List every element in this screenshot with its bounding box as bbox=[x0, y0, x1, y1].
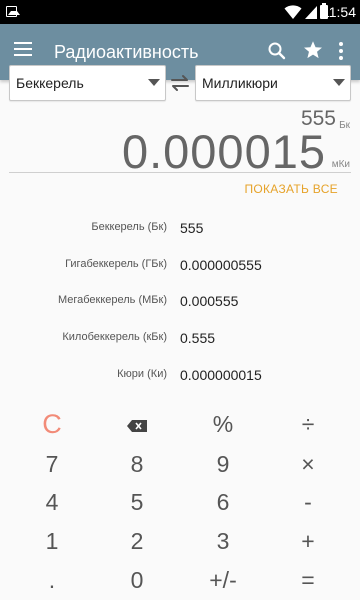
clear-button[interactable]: C bbox=[12, 406, 92, 442]
search-icon[interactable] bbox=[266, 40, 288, 62]
equals-button[interactable]: = bbox=[268, 562, 348, 598]
status-bar: 11:54 bbox=[0, 0, 360, 24]
digit-8-button[interactable]: 8 bbox=[97, 446, 177, 482]
unit-name: Килобеккерель (кБк) bbox=[62, 331, 167, 343]
result-unit: мКи bbox=[331, 159, 350, 170]
from-unit-label: Беккерель bbox=[16, 75, 84, 91]
digit-6-button[interactable]: 6 bbox=[183, 484, 263, 520]
decimal-point-button[interactable]: . bbox=[12, 562, 92, 598]
unit-value: 0.555 bbox=[180, 330, 216, 346]
unit-name: Кюри (Ки) bbox=[117, 368, 167, 380]
unit-value: 555 bbox=[180, 220, 204, 236]
unit-value: 0.000555 bbox=[180, 293, 239, 309]
digit-5-button[interactable]: 5 bbox=[97, 484, 177, 520]
source-unit: Бк bbox=[339, 120, 350, 131]
percent-button[interactable]: % bbox=[183, 406, 263, 442]
unit-value: 0.000000015 bbox=[180, 367, 262, 383]
unit-value: 0.000000555 bbox=[180, 257, 262, 273]
divider bbox=[9, 172, 351, 173]
plus-button[interactable]: + bbox=[268, 523, 348, 559]
list-item: Мегабеккерель (МБк) 0.000555 bbox=[0, 290, 360, 314]
list-item: Килобеккерель (кБк) 0.555 bbox=[0, 327, 360, 351]
multiply-button[interactable]: × bbox=[268, 446, 348, 482]
menu-icon[interactable] bbox=[14, 42, 32, 62]
backspace-icon bbox=[127, 419, 147, 432]
minus-button[interactable]: - bbox=[268, 484, 348, 520]
wifi-icon bbox=[284, 5, 302, 19]
from-unit-select[interactable]: Беккерель bbox=[9, 65, 166, 101]
list-item: Гигабеккерель (ГБк) 0.000000555 bbox=[0, 254, 360, 278]
star-icon[interactable] bbox=[302, 39, 324, 61]
digit-3-button[interactable]: 3 bbox=[183, 523, 263, 559]
digit-9-button[interactable]: 9 bbox=[183, 446, 263, 482]
list-item: Кюри (Ки) 0.000000015 bbox=[0, 364, 360, 388]
chevron-down-icon bbox=[333, 79, 345, 86]
digit-4-button[interactable]: 4 bbox=[12, 484, 92, 520]
more-options-icon[interactable] bbox=[338, 42, 344, 62]
to-unit-select[interactable]: Милликюри bbox=[195, 65, 351, 101]
digit-2-button[interactable]: 2 bbox=[97, 523, 177, 559]
unit-name: Гигабеккерель (ГБк) bbox=[65, 258, 167, 270]
unit-name: Мегабеккерель (МБк) bbox=[57, 294, 167, 306]
show-all-button[interactable]: ПОКАЗАТЬ ВСЕ bbox=[244, 182, 338, 196]
signal-icon bbox=[305, 6, 317, 19]
backspace-button[interactable] bbox=[97, 406, 177, 442]
unit-name: Беккерель (Бк) bbox=[91, 221, 167, 233]
result-value: 0.000015 bbox=[121, 125, 326, 178]
to-unit-label: Милликюри bbox=[202, 75, 278, 91]
negate-button[interactable]: +/- bbox=[183, 562, 263, 598]
chevron-down-icon bbox=[148, 79, 160, 86]
swap-icon[interactable] bbox=[169, 73, 191, 93]
digit-1-button[interactable]: 1 bbox=[12, 523, 92, 559]
clock: 11:54 bbox=[322, 4, 356, 20]
digit-7-button[interactable]: 7 bbox=[12, 446, 92, 482]
divide-button[interactable]: ÷ bbox=[268, 406, 348, 442]
image-notification-icon bbox=[6, 6, 20, 17]
list-item: Беккерель (Бк) 555 bbox=[0, 217, 360, 241]
digit-0-button[interactable]: 0 bbox=[97, 562, 177, 598]
